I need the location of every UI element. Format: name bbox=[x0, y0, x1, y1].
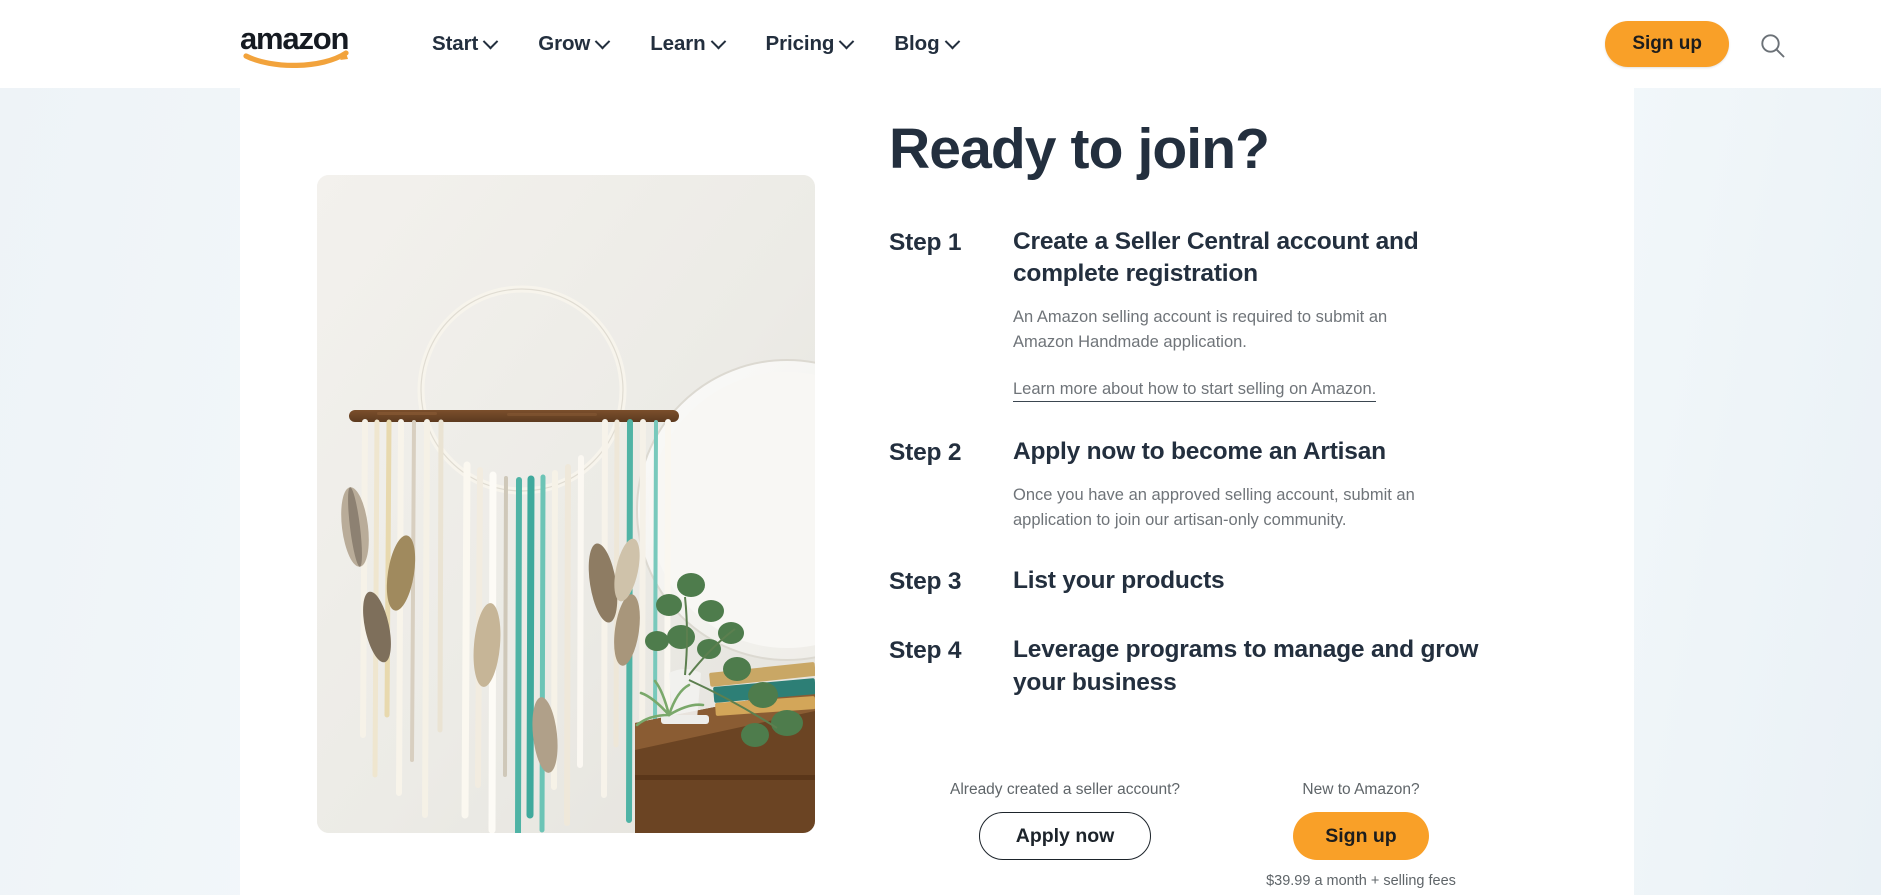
price-note: $39.99 a month + selling fees bbox=[1266, 873, 1456, 890]
signup-button[interactable]: Sign up bbox=[1293, 812, 1429, 861]
step-description-2: Once you have an approved selling accoun… bbox=[1013, 485, 1415, 529]
nav-item-start[interactable]: Start bbox=[432, 31, 499, 55]
step-row: Step 1 Create a Seller Central account a… bbox=[889, 226, 1529, 403]
nav-item-label: Start bbox=[432, 31, 479, 55]
chevron-down-icon bbox=[594, 33, 611, 49]
amazon-logo[interactable]: amazon bbox=[238, 20, 362, 68]
cta-new-user: New to Amazon? Sign up $39.99 a month + … bbox=[1266, 780, 1456, 889]
nav-item-grow[interactable]: Grow bbox=[538, 31, 611, 55]
step-body-4: Leverage programs to manage and grow you… bbox=[1013, 634, 1529, 699]
step-heading-4: Leverage programs to manage and grow you… bbox=[1013, 636, 1479, 697]
main-navigation: Start Grow Learn Pricing Blog bbox=[432, 0, 960, 88]
step-heading-1: Create a Seller Central account and comp… bbox=[1013, 227, 1419, 288]
step-label-3: Step 3 bbox=[889, 567, 962, 595]
cta-existing-caption: Already created a seller account? bbox=[950, 781, 1181, 798]
header-signup-button[interactable]: Sign up bbox=[1605, 21, 1729, 67]
join-steps-section: Ready to join? Step 1 Create a Seller Ce… bbox=[889, 117, 1529, 700]
nav-item-label: Grow bbox=[538, 31, 591, 55]
step-heading-3: List your products bbox=[1013, 566, 1225, 594]
nav-item-label: Pricing bbox=[765, 31, 835, 55]
chevron-down-icon bbox=[944, 33, 960, 49]
nav-item-blog[interactable]: Blog bbox=[894, 31, 960, 55]
step-row: Step 4 Leverage programs to manage and g… bbox=[889, 634, 1529, 699]
cta-block: Already created a seller account? Apply … bbox=[950, 780, 1470, 889]
chevron-down-icon bbox=[482, 33, 499, 49]
step-body-1: Create a Seller Central account and comp… bbox=[1013, 226, 1529, 403]
nav-item-pricing[interactable]: Pricing bbox=[765, 31, 855, 55]
step-row: Step 2 Apply now to become an Artisan On… bbox=[889, 436, 1529, 533]
nav-item-label: Learn bbox=[650, 31, 706, 55]
step-row: Step 3 List your products bbox=[889, 565, 1529, 599]
step-body-3: List your products bbox=[1013, 565, 1529, 598]
search-icon bbox=[1761, 34, 1785, 58]
page-title: Ready to join? bbox=[889, 117, 1270, 181]
chevron-down-icon bbox=[839, 33, 855, 49]
apply-now-button[interactable]: Apply now bbox=[978, 812, 1152, 861]
svg-text:amazon: amazon bbox=[240, 21, 348, 56]
chevron-down-icon bbox=[710, 33, 726, 49]
search-button[interactable] bbox=[1753, 26, 1793, 66]
handmade-product-photo bbox=[317, 175, 815, 833]
nav-item-learn[interactable]: Learn bbox=[650, 31, 726, 55]
site-header: amazon Start Grow Learn Pricing Blog Sig… bbox=[0, 0, 1881, 88]
step-label-4: Step 4 bbox=[889, 637, 962, 665]
nav-item-label: Blog bbox=[894, 31, 940, 55]
cta-new-caption: New to Amazon? bbox=[1302, 781, 1420, 798]
step-body-2: Apply now to become an Artisan Once you … bbox=[1013, 436, 1529, 533]
learn-more-link[interactable]: Learn more about how to start selling on… bbox=[1013, 380, 1377, 403]
step-heading-2: Apply now to become an Artisan bbox=[1013, 438, 1386, 466]
step-description-1: An Amazon selling account is required to… bbox=[1013, 308, 1388, 352]
step-label-1: Step 1 bbox=[889, 228, 962, 256]
step-label-2: Step 2 bbox=[889, 439, 962, 467]
cta-existing-seller: Already created a seller account? Apply … bbox=[950, 780, 1181, 861]
